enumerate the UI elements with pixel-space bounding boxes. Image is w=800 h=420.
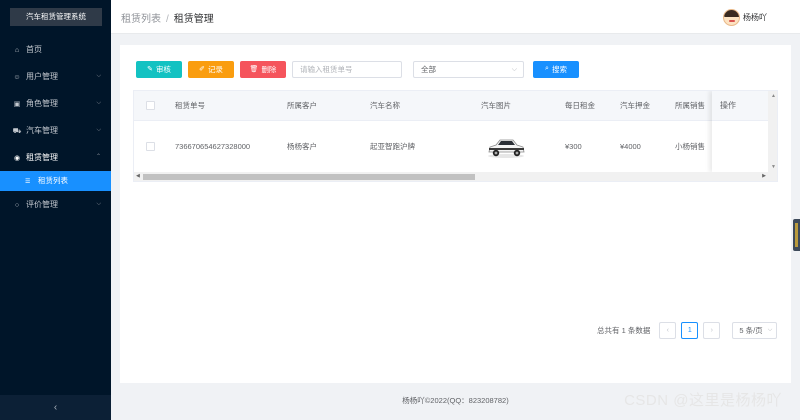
sidebar: 汽车租赁管理系统 ⌂ 首页 ☺ 用户管理 ⌵ ▣ 角色管理 ⌵ ⛟ 汽车管理 ⌵ ◉ 租赁… [0,0,111,420]
comment-icon: ○ [14,202,20,209]
sidebar-item-review-management[interactable]: ○ 评价管理 ⌵ [0,191,111,218]
chevron-left-icon: ‹ [666,327,670,334]
id-card-icon: ▣ [13,101,21,108]
breadcrumb-item[interactable]: 租赁列表 [121,14,161,25]
main-card: ✎审核 ✐记录 🗑删除 全部 ⌵ ⌕搜索 租赁单号 所属客户 汽车名称 汽车图片… [120,45,791,383]
sidebar-item-label: 用户管理 [26,72,58,81]
pagination: 总共有 1 条数据 ‹ 1 › 5 条/页 ⌵ [597,322,778,339]
sidebar-item-label: 汽车管理 [26,126,58,135]
chevron-down-icon: ⌵ [767,327,773,333]
page-number[interactable]: 1 [681,322,699,339]
sidebar-item-home[interactable]: ⌂ 首页 [0,36,111,63]
side-floating-tab[interactable] [793,219,800,251]
row-checkbox[interactable] [146,142,155,151]
column-header: 所属客户 [287,101,317,110]
chevron-right-icon: › [710,327,714,334]
scroll-left-icon[interactable]: ◀ [136,173,140,179]
column-header: 操作 [712,91,768,121]
daily-rent-cell: ¥300 [565,142,582,151]
delete-button-label: 删除 [261,64,277,74]
chevron-down-icon: ⌵ [511,65,517,73]
sidebar-item-rental-management[interactable]: ◉ 租赁管理 ⌃ [0,144,111,171]
rental-table: 租赁单号 所属客户 汽车名称 汽车图片 每日租金 汽车押金 所属销售 73667… [133,90,778,182]
list-icon: ☰ [25,179,31,185]
column-header: 汽车图片 [481,101,511,110]
prev-page-button[interactable]: ‹ [659,322,677,339]
column-header: 每日租金 [565,101,595,110]
next-page-button[interactable]: › [703,322,721,339]
order-number-cell: 736670654627328000 [175,142,251,151]
column-header: 所属销售 [675,101,705,110]
search-button[interactable]: ⌕ 搜索 [533,60,579,78]
select-all-checkbox[interactable] [146,101,155,110]
edit-icon: ✎ [147,66,153,73]
dollar-circle-icon: ◉ [13,155,21,162]
submenu-rental: ☰ 租赁列表 [0,171,111,191]
user-name: 杨杨吖 [743,12,767,22]
search-button-label: 搜索 [551,64,567,74]
car-name-cell: 起亚智跑沪牌 [370,142,415,151]
record-button[interactable]: ✐ 记录 [188,60,234,78]
delete-button[interactable]: 🗑 删除 [240,60,286,78]
breadcrumb-item-current: 租赁管理 [173,14,214,25]
order-number-search-input[interactable] [292,60,402,78]
sidebar-item-label: 首页 [26,45,42,54]
users-icon: ☺ [13,74,21,81]
sidebar-menu: ⌂ 首页 ☺ 用户管理 ⌵ ▣ 角色管理 ⌵ ⛟ 汽车管理 ⌵ ◉ 租赁管理 ⌃ ☰ 租赁列… [0,36,111,218]
home-icon: ⌂ [14,47,20,54]
car-image [488,139,525,158]
vertical-scrollbar[interactable]: ▲ ▼ [768,91,777,172]
chevron-up-icon: ⌃ [95,154,101,160]
table-header: 租赁单号 所属客户 汽车名称 汽车图片 每日租金 汽车押金 所属销售 [134,91,777,121]
toolbar: ✎审核 ✐记录 🗑删除 全部 ⌵ ⌕搜索 [136,60,585,78]
page-size-select[interactable]: 5 条/页 ⌵ [732,322,778,339]
table-row: 736670654627328000 杨杨客户 起亚智跑沪牌 ¥300 ¥400… [134,121,777,172]
breadcrumb: 租赁列表 / 租赁管理 [121,10,214,25]
column-header: 租赁单号 [175,101,205,110]
sidebar-item-user-management[interactable]: ☺ 用户管理 ⌵ [0,63,111,90]
user-menu[interactable]: 杨杨吖 [723,8,767,26]
search-icon: ⌕ [545,65,549,72]
pencil-icon: ✐ [199,66,205,73]
chevron-down-icon: ⌵ [96,127,101,133]
sidebar-item-label: 租赁管理 [26,153,58,162]
customer-cell: 杨杨客户 [287,142,317,151]
watermark: CSDN @这里是杨杨吖 [624,392,782,409]
deposit-cell: ¥4000 [620,142,641,151]
header: 租赁列表 / 租赁管理 杨杨吖 [111,0,800,34]
column-header: 汽车名称 [370,101,400,110]
sidebar-item-car-management[interactable]: ⛟ 汽车管理 ⌵ [0,117,111,144]
status-select-value: 全部 [421,64,436,74]
chevron-down-icon: ⌵ [96,201,101,207]
car-icon: ⛟ [12,128,22,135]
breadcrumb-separator: / [166,14,169,25]
sales-cell: 小杨销售 [675,142,705,151]
scroll-right-icon[interactable]: ▶ [762,173,766,179]
avatar [723,8,740,26]
sidebar-item-label: 租赁列表 [38,176,68,185]
audit-button[interactable]: ✎ 审核 [136,60,182,78]
audit-button-label: 审核 [155,64,171,74]
scroll-up-icon[interactable]: ▲ [771,93,776,99]
operations-column: 操作 [712,91,768,172]
trash-icon: 🗑 [249,66,259,73]
app-title: 汽车租赁管理系统 [10,8,102,26]
scroll-down-icon[interactable]: ▼ [771,164,776,170]
page-size-value: 5 条/页 [739,326,763,335]
status-select[interactable]: 全部 ⌵ [413,60,524,78]
sidebar-item-label: 角色管理 [26,99,58,108]
chevron-left-icon: ‹ [53,402,58,413]
horizontal-scrollbar[interactable]: ◀ ▶ [134,172,777,181]
chevron-down-icon: ⌵ [96,100,101,106]
scrollbar-thumb[interactable] [143,174,475,180]
collapse-sidebar-button[interactable]: ‹ [0,395,111,420]
sidebar-item-role-management[interactable]: ▣ 角色管理 ⌵ [0,90,111,117]
sidebar-item-rental-list[interactable]: ☰ 租赁列表 [0,171,111,191]
column-header: 汽车押金 [620,101,650,110]
chevron-down-icon: ⌵ [96,73,101,79]
total-count: 总共有 1 条数据 [597,326,651,335]
sidebar-item-label: 评价管理 [26,200,58,209]
record-button-label: 记录 [207,64,223,74]
